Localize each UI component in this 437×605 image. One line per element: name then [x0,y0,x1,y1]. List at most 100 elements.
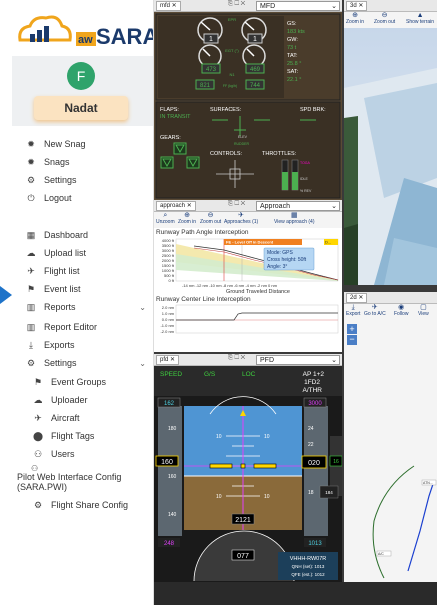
svg-text:EGT (°): EGT (°) [225,48,239,53]
svg-text:162: 162 [164,401,175,407]
chevron-down-icon: ⌄ [139,358,146,368]
svg-text:A/C: A/C [378,552,384,556]
users-icon: ⚇ [33,448,43,459]
chart-icon: ▥ [26,321,36,332]
menu-snags[interactable]: ✹ Snags [12,153,153,171]
svg-text:FE - Level Off in Descent: FE - Level Off in Descent [226,240,274,245]
window-controls-icon[interactable]: ⎘ ☐ ✕ [228,201,245,208]
menu-logout[interactable]: ⏻ Logout [12,189,153,207]
svg-text:RUDDER: RUDDER [234,142,249,146]
cloud-upload-icon: ☁ [26,247,36,258]
view-button[interactable]: ▢ View [418,304,429,317]
mfd-select[interactable]: MFD ⌄ [256,1,340,11]
zoom-in-button[interactable]: ⊕ Zoom in [346,12,364,25]
bug-icon: ✹ [27,138,35,149]
menu-aircraft[interactable]: ✈ Aircraft [12,409,153,427]
approach-tabbar: approach ✕ ⎘ ☐ ✕ Approach ⌄ [154,200,342,212]
svg-text:% REV: % REV [300,189,312,193]
brand-prefix: aw [78,34,93,46]
zoom-out-button[interactable]: ⊖ Zoom out [200,212,221,225]
svg-text:CONTROLS:: CONTROLS: [210,151,243,157]
svg-text:469: 469 [250,67,261,73]
svg-text:N1: N1 [229,72,235,77]
svg-text:160: 160 [161,459,173,466]
view2d-tabbar: 2d ✕ [344,292,437,304]
approach-panel: approach ✕ ⎘ ☐ ✕ Approach ⌄ ⌕ Unzoom ⊕ Zoom… [154,200,342,352]
map-zoom-in-button[interactable]: + [347,324,357,334]
tab-2d[interactable]: 2d ✕ [346,293,368,303]
svg-text:160: 160 [168,474,177,480]
avatar[interactable]: F [67,62,95,90]
svg-text:-2.0 nm: -2.0 nm [160,329,174,334]
pfd-tabbar: pfd ✕ ⎘ ☐ ✕ PFD ⌄ [154,354,342,366]
menu-reports[interactable]: ▥ Reports ⌄ [12,298,153,316]
svg-text:AP 1+2: AP 1+2 [303,371,325,378]
plane-icon: ✈ [34,412,42,423]
svg-text:TAT:: TAT: [287,53,298,59]
menu-settings-group[interactable]: ⚙ Settings ⌄ [12,354,153,372]
tab-3d[interactable]: 3d ✕ [346,1,368,11]
follow-button[interactable]: ◉ Follow [394,304,408,317]
svg-text:GW:: GW: [287,37,298,43]
svg-text:SPD BRK:: SPD BRK: [300,107,326,113]
menu-upload-list[interactable]: ☁ Upload list [12,244,153,262]
menu-report-editor[interactable]: ▥ Report Editor [12,318,153,336]
menu-flight-tags[interactable]: ⬤ Flight Tags [12,427,153,445]
menu-flight-share[interactable]: ⚙ Flight Share Config [12,496,153,514]
svg-text:18: 18 [308,490,314,496]
svg-text:10: 10 [264,434,270,440]
view3d-toolbar: ⊕ Zoom in ⊖ Zoom out ▲ Show terrain [344,12,437,28]
menu-uploader[interactable]: ☁ Uploader [12,391,153,409]
svg-text:D...: D... [325,240,331,245]
goto-ac-button[interactable]: ✈ Go to A/C [364,304,386,317]
menu-dashboard[interactable]: ▦ Dashboard [12,226,153,244]
approaches-button[interactable]: ✈ Approaches (1) [224,212,258,225]
tab-approach[interactable]: approach ✕ [156,201,196,211]
mfd-display: 1 1 EPR 473 469 EGT (°) N1 821 744 FF (k… [155,13,341,199]
svg-text:GS:: GS: [287,21,297,27]
menu-event-groups[interactable]: ⚑ Event Groups [12,373,153,391]
svg-text:0 ft: 0 ft [168,278,174,283]
svg-text:077: 077 [237,553,249,560]
approach-chart: 4000 ft 3500 ft 3000 ft 2500 ft 2000 ft … [156,238,339,334]
pfd-panel: pfd ✕ ⎘ ☐ ✕ PFD ⌄ SPEED G/S LOC AP 1+2 1F… [154,354,342,582]
menu-new-snag[interactable]: ✹ New Snag [12,135,153,153]
tab-pfd[interactable]: pfd ✕ [156,355,180,365]
approach-select[interactable]: Approach ⌄ [256,201,340,211]
svg-text:16: 16 [333,459,339,465]
pfd-display: SPEED G/S LOC AP 1+2 1FD2 A/THR 162 180 … [154,366,342,582]
svg-text:1.0 nm: 1.0 nm [162,311,175,316]
map-zoom-out-button[interactable]: − [347,335,357,345]
menu-pilot-web[interactable]: Pilot Web Interface Config (SARA.PWI) [17,472,153,492]
svg-text:183 kts: 183 kts [287,29,305,35]
zoom-in-button[interactable]: ⊕ Zoom in [178,212,196,225]
svg-text:10: 10 [216,434,222,440]
user-name[interactable]: Nadat [34,96,128,120]
svg-text:744: 744 [250,83,261,89]
export-button[interactable]: ⤓ Export [346,304,360,317]
svg-text:QFE (est.): 1012: QFE (est.): 1012 [291,572,325,577]
menu-settings[interactable]: ⚙ Settings [12,171,153,189]
menu-event-list[interactable]: ⚑ Event list [12,280,153,298]
svg-text:248: 248 [164,541,175,547]
view-approach-button[interactable]: ▦ View approach (4) [274,212,315,225]
map-view: ATN... A/C [344,346,437,582]
view2d-panel: 2d ✕ ⤓ Export ✈ Go to A/C ◉ Follow ▢ View + … [344,292,437,582]
show-terrain-button[interactable]: ▲ Show terrain [406,12,434,25]
unzoom-button[interactable]: ⌕ Unzoom [156,212,175,225]
zoom-out-button[interactable]: ⊖ Zoom out [374,12,395,25]
svg-text:SURFACES:: SURFACES: [210,107,242,113]
svg-text:-1.0 nm: -1.0 nm [160,323,174,328]
collapse-arrow-icon[interactable] [0,286,12,304]
pfd-select[interactable]: PFD ⌄ [256,355,340,365]
menu-flight-list[interactable]: ✈ Flight list [12,262,153,280]
svg-text:Angle: 3°: Angle: 3° [267,264,287,270]
window-controls-icon[interactable]: ⎘ ☐ ✕ [228,1,245,8]
plane-icon: ✈ [27,265,35,276]
menu-exports[interactable]: ⤓ Exports [12,336,153,354]
menu-users[interactable]: ⚇ Users [12,445,153,463]
cloud-upload-icon: ☁ [33,394,43,405]
tab-mfd[interactable]: mfd ✕ [156,1,181,11]
window-controls-icon[interactable]: ⎘ ☐ ✕ [228,355,245,362]
view2d-toolbar: ⤓ Export ✈ Go to A/C ◉ Follow ▢ View [344,304,437,320]
